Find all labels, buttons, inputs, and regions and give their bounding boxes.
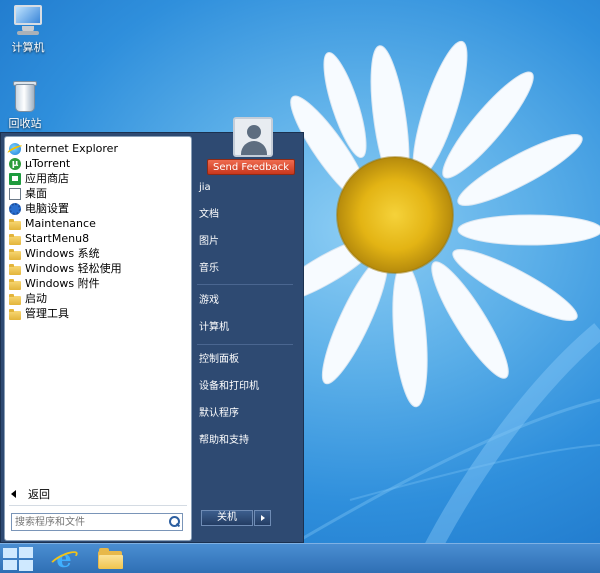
utorrent-icon: µ — [9, 157, 21, 170]
start-menu: Internet Explorer µ μTorrent 应用商店 桌面 电脑设… — [0, 117, 304, 543]
computer-icon — [11, 4, 45, 36]
folder-icon — [9, 248, 21, 260]
right-item-documents[interactable]: 文档 — [199, 206, 295, 224]
recycle-bin-icon — [8, 80, 42, 112]
windows-start-icon[interactable] — [2, 547, 34, 571]
program-item-pc-settings[interactable]: 电脑设置 — [5, 201, 191, 216]
folder-icon — [9, 233, 21, 245]
program-label: 管理工具 — [25, 307, 69, 320]
divider — [9, 505, 187, 506]
store-icon — [9, 172, 21, 185]
ie-icon — [9, 142, 21, 155]
taskbar: e — [0, 543, 600, 573]
right-item-control-panel[interactable]: 控制面板 — [199, 351, 295, 369]
user-avatar[interactable] — [233, 117, 273, 157]
program-label: 启动 — [25, 292, 47, 305]
right-item-default-programs[interactable]: 默认程序 — [199, 405, 295, 423]
folder-icon — [9, 293, 21, 305]
right-item-help-support[interactable]: 帮助和支持 — [199, 432, 295, 450]
program-item-windows-ease-of-access[interactable]: Windows 轻松使用 — [5, 261, 191, 276]
program-item-startup[interactable]: 启动 — [5, 291, 191, 306]
start-menu-programs-pane: Internet Explorer µ μTorrent 应用商店 桌面 电脑设… — [4, 136, 192, 541]
program-item-utorrent[interactable]: µ μTorrent — [5, 156, 191, 171]
folder-icon — [9, 308, 21, 320]
program-label: StartMenu8 — [25, 232, 90, 245]
internet-explorer-icon[interactable]: e — [48, 547, 80, 571]
program-item-desktop[interactable]: 桌面 — [5, 186, 191, 201]
right-item-pictures[interactable]: 图片 — [199, 233, 295, 251]
folder-icon — [9, 278, 21, 290]
divider — [197, 344, 293, 345]
search-input[interactable] — [12, 514, 166, 530]
program-label: μTorrent — [25, 157, 71, 170]
divider — [197, 284, 293, 285]
program-item-internet-explorer[interactable]: Internet Explorer — [5, 141, 191, 156]
shutdown-options-arrow-icon[interactable] — [254, 510, 271, 526]
right-item-games[interactable]: 游戏 — [199, 292, 295, 310]
right-item-computer[interactable]: 计算机 — [199, 319, 295, 337]
desktop-icon-recycle-bin[interactable]: 回收站 — [0, 80, 53, 131]
desktop-icon-label: 回收站 — [8, 117, 42, 130]
program-item-windows-system[interactable]: Windows 系统 — [5, 246, 191, 261]
desktop-icon-computer[interactable]: 计算机 — [0, 4, 56, 55]
program-label: Internet Explorer — [25, 142, 118, 155]
search-box — [11, 513, 183, 531]
program-item-startmenu8[interactable]: StartMenu8 — [5, 231, 191, 246]
folder-icon — [9, 263, 21, 275]
program-label: 桌面 — [25, 187, 47, 200]
program-item-windows-accessories[interactable]: Windows 附件 — [5, 276, 191, 291]
program-item-store[interactable]: 应用商店 — [5, 171, 191, 186]
left-triangle-icon — [11, 490, 16, 498]
right-item-devices-printers[interactable]: 设备和打印机 — [199, 378, 295, 396]
desktop-icon-label: 计算机 — [11, 41, 45, 54]
program-item-maintenance[interactable]: Maintenance — [5, 216, 191, 231]
program-label: Windows 附件 — [25, 277, 100, 290]
file-explorer-icon[interactable] — [98, 548, 124, 570]
program-label: 应用商店 — [25, 172, 69, 185]
right-item-music[interactable]: 音乐 — [199, 260, 295, 278]
back-label: 返回 — [28, 488, 50, 501]
right-item-user-folder[interactable]: jia — [199, 179, 295, 197]
program-label: Windows 系统 — [25, 247, 100, 260]
folder-icon — [9, 218, 21, 230]
send-feedback-button[interactable]: Send Feedback — [207, 159, 295, 175]
gear-icon — [9, 202, 21, 215]
desktop-icon — [9, 187, 21, 200]
search-icon[interactable] — [166, 514, 182, 530]
program-label: Maintenance — [25, 217, 96, 230]
program-label: 电脑设置 — [25, 202, 69, 215]
program-item-admin-tools[interactable]: 管理工具 — [5, 306, 191, 321]
program-label: Windows 轻松使用 — [25, 262, 122, 275]
shutdown-button[interactable]: 关机 — [201, 510, 253, 526]
program-list: Internet Explorer µ μTorrent 应用商店 桌面 电脑设… — [5, 137, 191, 321]
back-button[interactable]: 返回 — [11, 486, 50, 502]
